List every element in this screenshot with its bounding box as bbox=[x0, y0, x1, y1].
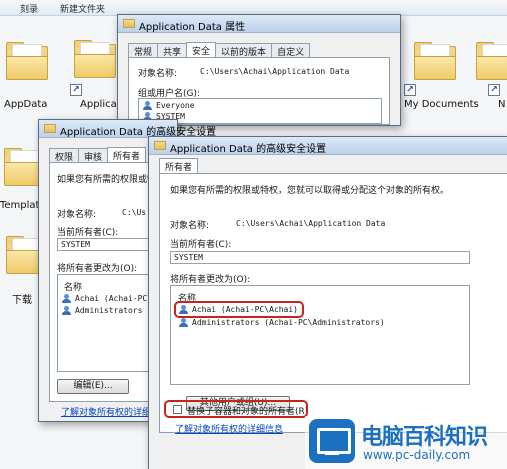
folder-n-label: N bbox=[498, 99, 506, 110]
list-item[interactable]: Achai (Achai-PC\ bbox=[62, 294, 152, 303]
list-item[interactable]: Administrators (A bbox=[62, 306, 157, 315]
change-owner-label: 将所有者更改为(O): bbox=[57, 264, 138, 274]
user-group-icon bbox=[143, 101, 153, 110]
shortcut-arrow-icon: ↗ bbox=[404, 84, 416, 96]
folder-appdata-label: AppData bbox=[4, 99, 48, 110]
folder-icon bbox=[154, 141, 166, 150]
shortcut-arrow-icon: ↗ bbox=[488, 84, 500, 96]
user-icon bbox=[62, 294, 72, 303]
learn-ownership-link[interactable]: 了解对象所有权的详细 bbox=[61, 405, 151, 418]
properties-window: Application Data 属性 常规 共享 安全 以前的版本 自定义 对… bbox=[117, 14, 401, 126]
object-name-label: 对象名称: bbox=[57, 210, 97, 220]
list-item[interactable]: Everyone bbox=[143, 101, 195, 110]
user-group-icon bbox=[62, 306, 72, 315]
change-owner-label: 将所有者更改为(O): bbox=[170, 275, 251, 285]
folder-icon bbox=[44, 124, 56, 133]
edit-button[interactable]: 编辑(E)... bbox=[57, 379, 129, 394]
folder-appdata-icon[interactable] bbox=[2, 40, 52, 84]
burn-button[interactable]: 刻录 bbox=[20, 2, 38, 15]
advanced-title-front: Application Data 的高级安全设置 bbox=[170, 144, 327, 155]
watermark-title: 电脑百科知识 bbox=[361, 425, 488, 450]
folder-downloads-label: 下载 bbox=[12, 295, 32, 306]
object-name-value: C:\Us bbox=[122, 208, 147, 217]
object-name-label: 对象名称: bbox=[170, 221, 210, 231]
security-panel: 对象名称: C:\Users\Achai\Application Data 组或… bbox=[128, 57, 390, 125]
list-header-name: 名称 bbox=[64, 283, 83, 293]
properties-titlebar[interactable]: Application Data 属性 bbox=[118, 15, 400, 33]
watermark: 电脑百科知识 www.pc-daily.com bbox=[305, 416, 507, 469]
object-name-label: 对象名称: bbox=[138, 69, 178, 79]
folder-application-data-icon[interactable] bbox=[70, 38, 120, 82]
learn-ownership-link[interactable]: 了解对象所有权的详细信息 bbox=[175, 422, 283, 435]
highlight-achai bbox=[174, 301, 304, 318]
folder-my-documents-icon[interactable] bbox=[410, 40, 460, 84]
owner-intro-text: 如果您有所需的权限或特权，您就可以取得或分配这个对象的所有权。 bbox=[170, 186, 450, 196]
shortcut-arrow-icon: ↗ bbox=[70, 84, 82, 96]
properties-title: Application Data 属性 bbox=[139, 22, 246, 33]
folder-n-icon[interactable] bbox=[472, 40, 507, 84]
current-owner-field: SYSTEM bbox=[170, 251, 470, 264]
current-owner-label: 当前所有者(C): bbox=[170, 240, 232, 250]
owner-list-front[interactable]: 名称 Achai (Achai-PC\Achai) Administrators… bbox=[170, 285, 470, 385]
folder-my-documents-label: My Documents bbox=[404, 99, 479, 110]
current-owner-label: 当前所有者(C): bbox=[57, 228, 119, 238]
object-name-value: C:\Users\Achai\Application Data bbox=[200, 67, 350, 76]
user-group-icon bbox=[179, 318, 189, 327]
new-folder-button[interactable]: 新建文件夹 bbox=[60, 2, 105, 15]
object-name-value: C:\Users\Achai\Application Data bbox=[236, 219, 386, 228]
monitor-logo-icon bbox=[309, 419, 355, 463]
owner-intro-text: 如果您有所需的权限或特 bbox=[57, 175, 157, 185]
owner-panel-front: 如果您有所需的权限或特权，您就可以取得或分配这个对象的所有权。 对象名称: C:… bbox=[159, 173, 507, 433]
watermark-url: www.pc-daily.com bbox=[363, 448, 471, 462]
advanced-titlebar-front[interactable]: Application Data 的高级安全设置 bbox=[149, 137, 507, 155]
highlight-replace-owner bbox=[164, 400, 308, 418]
folder-icon bbox=[123, 19, 135, 28]
folder-templates-label: Templat bbox=[0, 200, 40, 211]
list-item-administrators[interactable]: Administrators (Achai-PC\Administrators) bbox=[179, 318, 385, 327]
